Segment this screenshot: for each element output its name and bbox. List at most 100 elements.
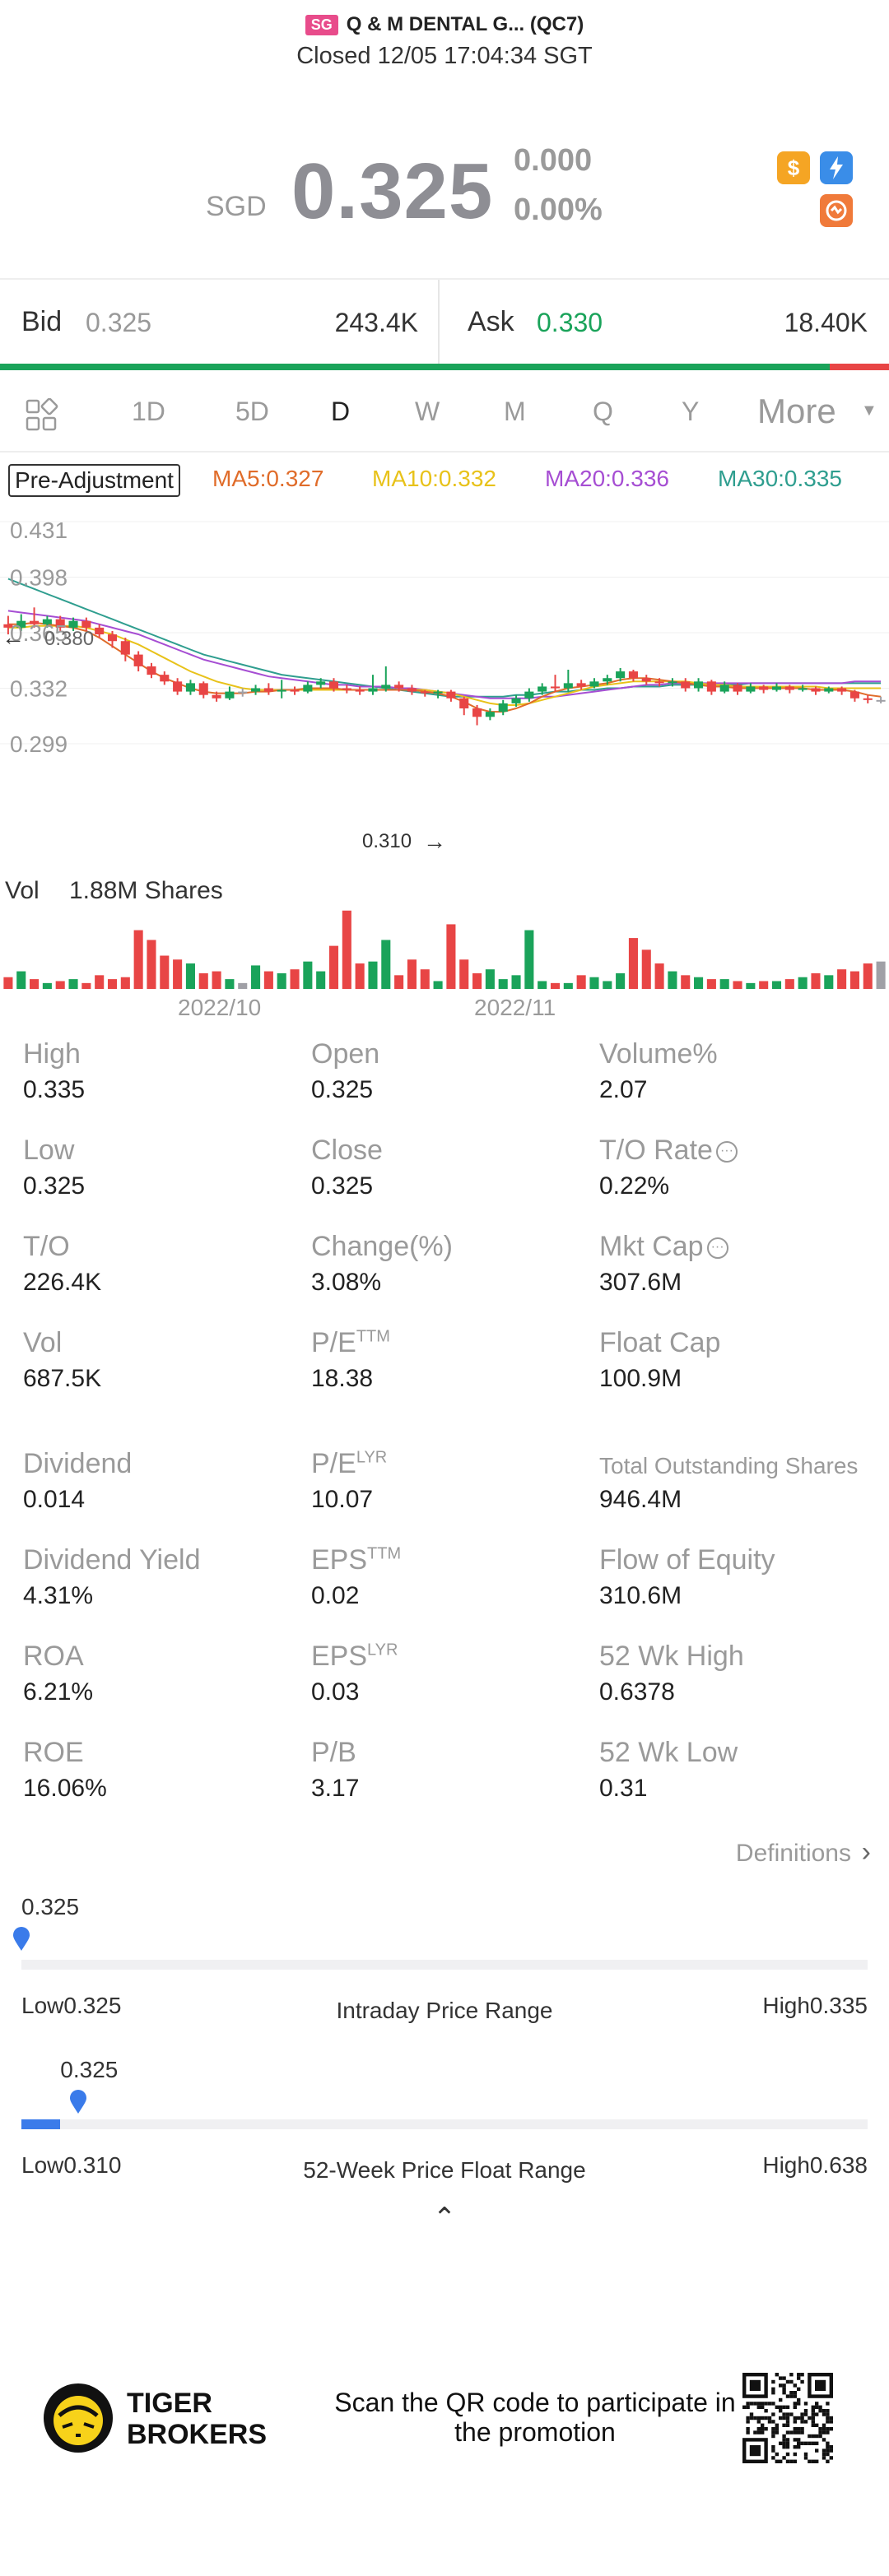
qr-module: [764, 2409, 768, 2413]
qr-module: [797, 2438, 801, 2442]
stat-label: P/ETTM: [311, 1327, 390, 1358]
stat-label: Change(%): [311, 1231, 453, 1262]
qr-module: [822, 2412, 826, 2416]
more-info-icon[interactable]: ···: [706, 1237, 728, 1260]
qr-module: [826, 2409, 830, 2413]
candle-body: [81, 620, 91, 628]
qr-module: [793, 2445, 797, 2449]
qr-module: [785, 2379, 790, 2384]
qr-module: [782, 2405, 786, 2409]
dollar-icon[interactable]: $: [777, 151, 810, 184]
tab-w[interactable]: W: [415, 397, 440, 427]
qr-module: [771, 2430, 775, 2434]
indicator-row: Pre-Adjustment MA5:0.327 MA10:0.332 MA20…: [0, 461, 889, 500]
stock-name[interactable]: Q & M DENTAL G... (QC7): [347, 13, 584, 36]
volume-bar: [95, 975, 105, 989]
intraday-title: Intraday Price Range: [336, 1998, 553, 2023]
candlestick-chart[interactable]: 0.4310.3980.3650.3320.299 ← 0.380 0.310 …: [0, 504, 889, 1030]
tab-q[interactable]: Q: [593, 397, 613, 427]
ask-volume: 18.40K: [784, 308, 868, 337]
stat-label-superscript: LYR: [356, 1448, 388, 1467]
qr-module: [797, 2416, 801, 2421]
definitions-link[interactable]: Definitions: [736, 1840, 851, 1868]
volume-value: 1.88M Shares: [69, 877, 223, 904]
promo-text: Scan the QR code to participate in the p…: [334, 2388, 736, 2447]
chevron-up-icon[interactable]: ⌃: [0, 2202, 889, 2235]
qr-module: [793, 2394, 797, 2398]
candle-body: [798, 688, 808, 690]
qr-module: [800, 2416, 804, 2421]
qr-module: [785, 2452, 790, 2457]
candle-body: [263, 688, 273, 692]
qr-module: [829, 2445, 833, 2449]
volume-bar: [277, 972, 286, 989]
volume-bar: [641, 949, 651, 989]
bid-ask-panel[interactable]: Bid 0.325 243.4K Ask 0.330 18.40K: [0, 278, 889, 369]
volume-bar: [849, 971, 859, 989]
volume-bar: [759, 981, 769, 989]
qr-module: [746, 2416, 750, 2421]
qr-module: [815, 2434, 819, 2439]
stat-value: 0.22%: [599, 1172, 670, 1200]
tab-more[interactable]: More: [757, 392, 836, 431]
qr-module: [782, 2412, 786, 2416]
flash-icon[interactable]: [820, 151, 853, 184]
qr-module: [793, 2438, 797, 2442]
intraday-track: [21, 1960, 868, 1970]
stat-label: Mkt Cap ···: [599, 1231, 879, 1267]
low-marker: 0.310 →: [362, 828, 446, 854]
qr-module: [756, 2430, 761, 2434]
swap-icon[interactable]: [820, 194, 853, 227]
qr-module: [793, 2452, 797, 2457]
qr-module: [785, 2430, 790, 2434]
candle-body: [147, 666, 156, 675]
pre-adjustment-button[interactable]: Pre-Adjustment: [8, 464, 180, 497]
qr-module: [756, 2405, 761, 2409]
stat-label: Low: [23, 1135, 75, 1166]
candle-body: [681, 681, 691, 689]
candle-body: [746, 686, 756, 692]
qr-module: [785, 2394, 790, 2398]
market-badge: SG: [305, 14, 338, 35]
x-tick-label: 2022/11: [474, 995, 556, 1020]
grid-icon[interactable]: [25, 398, 59, 433]
y-tick-label: 0.332: [10, 676, 67, 702]
qr-module: [808, 2459, 812, 2463]
qr-module: [761, 2405, 765, 2409]
more-info-icon[interactable]: ···: [715, 1141, 738, 1163]
volume-bar: [303, 961, 313, 989]
qr-module: [800, 2441, 804, 2445]
chevron-down-icon[interactable]: ▼: [861, 401, 877, 420]
qr-module: [789, 2391, 794, 2395]
right-arrow-icon: →: [423, 828, 446, 854]
left-arrow-icon: ←: [2, 624, 25, 650]
qr-module: [803, 2412, 808, 2416]
qr-module: [811, 2412, 815, 2416]
stat-item: Close 0.325: [311, 1135, 591, 1200]
tab-5d[interactable]: 5D: [235, 397, 269, 427]
week52-fill: [21, 2119, 61, 2129]
tab-y[interactable]: Y: [682, 397, 699, 427]
week52-range: 0.325 Low0.310 52-Week Price Float Range…: [0, 2055, 889, 2183]
qr-module: [767, 2402, 772, 2406]
stat-item[interactable]: Mkt Cap ··· 307.6M: [599, 1231, 879, 1297]
candle-body: [407, 688, 417, 692]
tab-d[interactable]: D: [331, 397, 350, 427]
title-row: SG Q & M DENTAL G... (QC7): [0, 13, 889, 36]
qr-module: [803, 2402, 808, 2406]
bid-price: 0.325: [86, 308, 152, 337]
chevron-right-icon[interactable]: ›: [862, 1836, 871, 1868]
qr-module: [822, 2456, 826, 2460]
stat-label: EPSTTM: [311, 1544, 402, 1576]
tab-1d[interactable]: 1D: [132, 397, 165, 427]
volume-bar: [381, 940, 391, 989]
qr-module: [771, 2420, 775, 2424]
tab-m[interactable]: M: [504, 397, 526, 427]
volume-bar: [550, 982, 561, 989]
candle-body: [316, 681, 326, 685]
qr-module: [822, 2430, 826, 2434]
candle-body: [381, 685, 391, 689]
stat-value: 946.4M: [599, 1486, 682, 1513]
stat-item[interactable]: T/O Rate ··· 0.22%: [599, 1135, 879, 1200]
qr-module: [789, 2459, 794, 2463]
